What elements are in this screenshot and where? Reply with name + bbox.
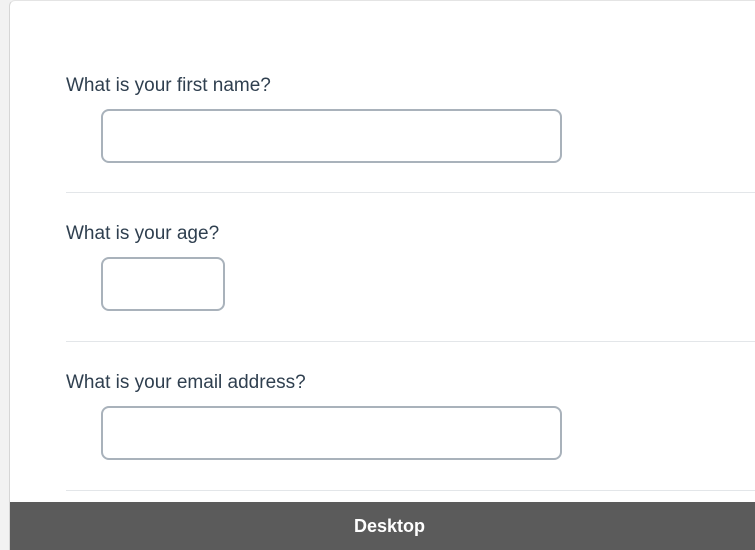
email-input[interactable] (101, 406, 562, 460)
device-mode-label: Desktop (353, 516, 425, 536)
first-name-input[interactable] (101, 109, 562, 163)
question-divider (66, 490, 755, 491)
question-label: What is your age? (66, 223, 220, 244)
question-label: What is your email address? (66, 372, 306, 393)
question-divider (66, 192, 755, 193)
question-first-name: What is your first name? (66, 75, 755, 163)
question-email: What is your email address? (66, 372, 755, 460)
question-label: What is your first name? (66, 75, 271, 96)
question-divider (66, 341, 755, 342)
survey-preview-frame: What is your first name? What is your ag… (9, 0, 755, 550)
device-mode-bar[interactable]: Desktop (10, 502, 755, 550)
age-input[interactable] (101, 257, 225, 311)
question-age: What is your age? (66, 223, 755, 311)
